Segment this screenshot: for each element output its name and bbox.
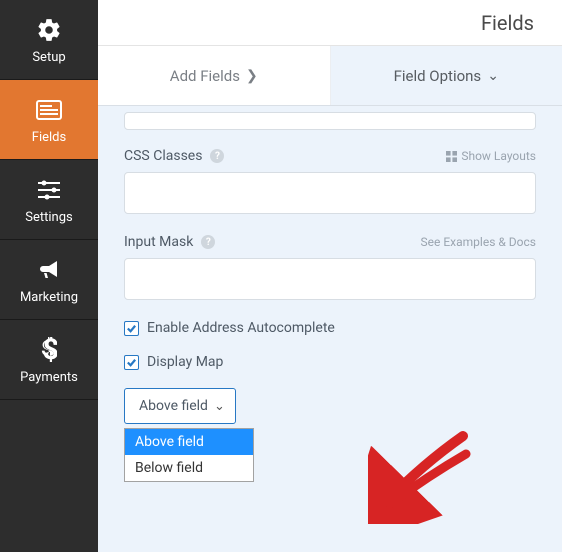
tab-add-fields[interactable]: Add Fields ❯ (98, 46, 330, 105)
display-map-checkbox[interactable] (124, 355, 139, 370)
autocomplete-row: Enable Address Autocomplete (124, 320, 536, 336)
sidebar: Setup Fields Settings Marketing $ Paymen… (0, 0, 98, 552)
chevron-down-icon: ⌄ (214, 399, 225, 414)
autocomplete-checkbox[interactable] (124, 321, 139, 336)
input-mask-row: Input Mask ? See Examples & Docs (124, 234, 536, 300)
tab-label: Field Options (394, 67, 482, 85)
input-mask-input[interactable] (124, 258, 536, 300)
examples-docs-link[interactable]: See Examples & Docs (421, 235, 536, 249)
input-mask-label: Input Mask (124, 234, 193, 250)
show-layouts-link[interactable]: Show Layouts (446, 149, 536, 163)
sidebar-item-payments[interactable]: $ Payments (0, 320, 98, 400)
display-map-label: Display Map (147, 354, 223, 370)
bullhorn-icon (36, 256, 62, 284)
chevron-down-icon: ⌄ (487, 68, 499, 84)
sliders-icon (36, 176, 62, 204)
grid-icon (446, 151, 457, 162)
field-options-panel: CSS Classes ? Show Layouts Input Mask ? … (98, 106, 562, 552)
help-icon[interactable]: ? (210, 149, 224, 163)
css-classes-row: CSS Classes ? Show Layouts (124, 148, 536, 214)
sidebar-item-label: Marketing (20, 290, 78, 305)
chevron-right-icon: ❯ (246, 68, 258, 84)
select-value: Above field (139, 398, 208, 414)
topbar: Fields (98, 0, 562, 46)
sidebar-item-settings[interactable]: Settings (0, 160, 98, 240)
gear-icon (36, 16, 62, 44)
check-icon (126, 357, 137, 368)
display-map-row: Display Map (124, 354, 536, 370)
sidebar-item-label: Settings (25, 210, 72, 225)
svg-text:$: $ (43, 337, 58, 363)
map-position-select[interactable]: Above field ⌄ (124, 388, 236, 424)
sidebar-item-marketing[interactable]: Marketing (0, 240, 98, 320)
dollar-icon: $ (41, 336, 57, 364)
help-icon[interactable]: ? (201, 235, 215, 249)
autocomplete-label: Enable Address Autocomplete (147, 320, 335, 336)
page-title: Fields (481, 11, 534, 35)
map-position-field: Above field ⌄ Above field Below field (124, 388, 536, 482)
check-icon (126, 323, 137, 334)
sidebar-item-fields[interactable]: Fields (0, 80, 98, 160)
sidebar-item-label: Payments (20, 370, 78, 385)
css-classes-input[interactable] (124, 172, 536, 214)
tab-field-options[interactable]: Field Options ⌄ (330, 46, 562, 105)
sidebar-item-label: Fields (32, 130, 66, 145)
option-below-field[interactable]: Below field (125, 455, 253, 481)
sidebar-item-setup[interactable]: Setup (0, 0, 98, 80)
form-icon (36, 96, 62, 124)
sidebar-item-label: Setup (32, 50, 65, 65)
main: Fields Add Fields ❯ Field Options ⌄ CSS … (98, 0, 562, 552)
previous-input[interactable] (124, 112, 536, 130)
tabs: Add Fields ❯ Field Options ⌄ (98, 46, 562, 106)
tab-label: Add Fields (170, 67, 240, 85)
option-above-field[interactable]: Above field (125, 429, 253, 455)
css-classes-label: CSS Classes (124, 148, 202, 164)
map-position-dropdown: Above field Below field (124, 428, 254, 482)
